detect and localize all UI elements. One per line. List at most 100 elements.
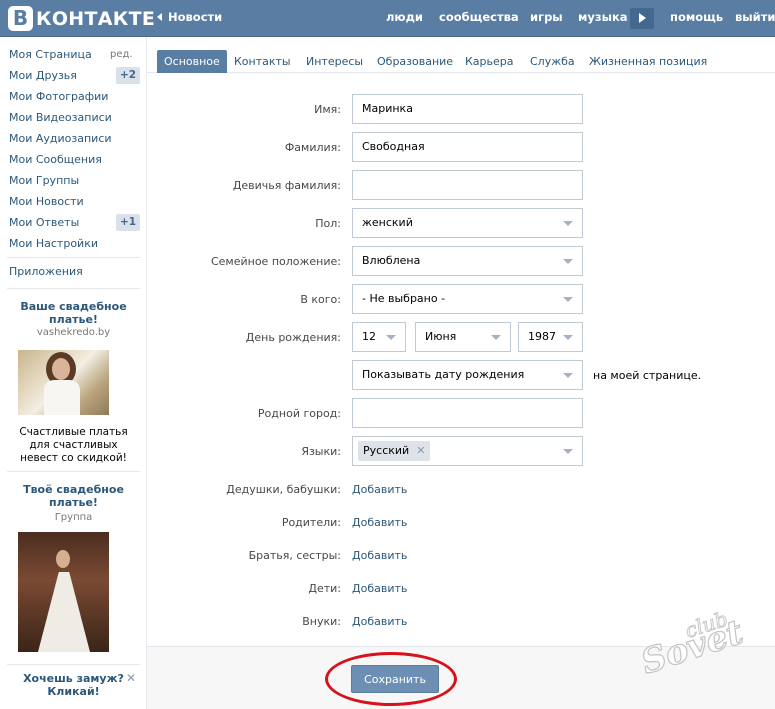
vk-logo[interactable]: В КОНТАКТЕ xyxy=(8,6,155,31)
birthday-note: на моей странице. xyxy=(593,369,702,382)
siblings-label: Братья, сестры: xyxy=(248,549,341,562)
first-name-field[interactable]: Маринка xyxy=(352,94,583,124)
dropdown-arrow-icon xyxy=(563,297,573,302)
left-sidebar: Моя Страница ред. Мои Друзья +2 Мои Фото… xyxy=(0,37,147,709)
tab-career[interactable]: Карьера xyxy=(458,50,521,73)
ad-image-face xyxy=(52,358,70,380)
ad-block-1[interactable]: Ваше свадебное платье! vashekredo.by xyxy=(0,300,147,340)
tab-education[interactable]: Образование xyxy=(370,50,460,73)
ad-image-dress xyxy=(44,380,80,415)
parents-label: Родители: xyxy=(281,516,341,529)
edit-link[interactable]: ред. xyxy=(110,49,133,60)
birth-month-select[interactable]: Июня xyxy=(415,322,511,352)
relationship-label: Семейное положение: xyxy=(210,255,341,268)
partner-select[interactable]: - Не выбрано - xyxy=(352,284,583,314)
nav-help[interactable]: помощь xyxy=(670,10,723,24)
friends-badge[interactable]: +2 xyxy=(116,67,140,84)
add-grandparents-link[interactable]: Добавить xyxy=(352,483,407,496)
top-header: В КОНТАКТЕ Новости люди сообщества игры … xyxy=(0,0,775,37)
answers-badge[interactable]: +1 xyxy=(116,214,140,231)
sidebar-item-photos[interactable]: Мои Фотографии xyxy=(9,90,108,103)
play-button[interactable] xyxy=(630,8,654,29)
tab-bar: Основное Контакты Интересы Образование К… xyxy=(147,37,775,73)
ad-title[interactable]: Твоё свадебное платье! xyxy=(0,483,147,509)
ad-text: Счастливые платья для счастливых невест … xyxy=(19,426,128,464)
nav-music[interactable]: музыка xyxy=(578,10,628,24)
gender-label: Пол: xyxy=(315,217,341,230)
sidebar-item-groups[interactable]: Мои Группы xyxy=(9,174,79,187)
dropdown-arrow-icon xyxy=(563,259,573,264)
sidebar-item-settings[interactable]: Мои Настройки xyxy=(9,237,98,250)
birth-day-value: 12 xyxy=(362,330,376,343)
language-chip-label: Русский xyxy=(363,444,410,457)
birth-month-value: Июня xyxy=(425,330,457,343)
logo-mark: В xyxy=(8,6,33,31)
back-arrow-icon xyxy=(157,13,162,21)
news-link[interactable]: Новости xyxy=(157,10,222,24)
languages-label: Языки: xyxy=(301,445,341,458)
tab-service[interactable]: Служба xyxy=(523,50,582,73)
sidebar-divider xyxy=(7,288,140,289)
birthday-visibility-select[interactable]: Показывать дату рождения xyxy=(352,360,583,390)
sidebar-item-audio[interactable]: Мои Аудиозаписи xyxy=(9,132,112,145)
watermark-logo: club Sovet xyxy=(640,608,749,678)
tab-contacts[interactable]: Контакты xyxy=(227,50,298,73)
ad-domain: vashekredo.by xyxy=(36,327,111,338)
sidebar-item-videos[interactable]: Мои Видеозаписи xyxy=(9,111,112,124)
play-icon xyxy=(639,13,646,23)
ad-image[interactable] xyxy=(18,350,109,415)
nav-people[interactable]: люди xyxy=(386,10,423,24)
birthday-visibility-value: Показывать дату рождения xyxy=(362,368,525,381)
dropdown-arrow-icon xyxy=(563,221,573,226)
maiden-name-field[interactable] xyxy=(352,170,583,200)
birth-year-select[interactable]: 1987 xyxy=(518,322,583,352)
nav-communities[interactable]: сообщества xyxy=(439,10,519,24)
tab-interests[interactable]: Интересы xyxy=(299,50,370,73)
sidebar-item-apps[interactable]: Приложения xyxy=(9,265,83,278)
hometown-label: Родной город: xyxy=(257,407,341,420)
add-grandchildren-link[interactable]: Добавить xyxy=(352,615,407,628)
nav-logout[interactable]: выйти xyxy=(735,10,775,24)
sidebar-item-news[interactable]: Мои Новости xyxy=(9,195,84,208)
gender-select[interactable]: женский xyxy=(352,208,583,238)
ad-block-3[interactable]: Хочешь замуж? Кликай! xyxy=(0,672,147,698)
close-icon[interactable]: ✕ xyxy=(126,671,136,685)
dropdown-arrow-icon xyxy=(491,335,501,340)
tab-basic[interactable]: Основное xyxy=(157,50,227,73)
nav-games[interactable]: игры xyxy=(530,10,563,24)
relationship-select[interactable]: Влюблена xyxy=(352,246,583,276)
partner-value: - Не выбрано - xyxy=(362,292,446,305)
grandchildren-label: Внуки: xyxy=(302,615,341,628)
ad-title[interactable]: Хочешь замуж? Кликай! xyxy=(0,672,147,698)
add-siblings-link[interactable]: Добавить xyxy=(352,549,407,562)
hometown-field[interactable] xyxy=(352,398,583,428)
ad-text-block[interactable]: Счастливые платья для счастливых невест … xyxy=(0,426,147,465)
relationship-value: Влюблена xyxy=(362,254,421,267)
tab-life-position[interactable]: Жизненная позиция xyxy=(582,50,714,73)
ad-image-dress xyxy=(38,572,90,652)
sidebar-item-friends[interactable]: Мои Друзья xyxy=(9,69,77,82)
ad-title[interactable]: Ваше свадебное платье! xyxy=(0,300,147,326)
ad-image[interactable] xyxy=(18,532,109,652)
news-label: Новости xyxy=(168,10,223,24)
birth-day-select[interactable]: 12 xyxy=(352,322,406,352)
highlight-circle xyxy=(325,652,457,706)
ad-group-label: Группа xyxy=(54,512,93,523)
add-children-link[interactable]: Добавить xyxy=(352,582,407,595)
sidebar-item-answers[interactable]: Мои Ответы xyxy=(9,216,79,229)
sidebar-item-messages[interactable]: Мои Сообщения xyxy=(9,153,102,166)
first-name-label: Имя: xyxy=(314,103,341,116)
partner-label: В кого: xyxy=(300,293,341,306)
logo-text: КОНТАКТЕ xyxy=(36,7,156,30)
remove-icon[interactable]: ✕ xyxy=(416,441,425,461)
sidebar-item-my-page[interactable]: Моя Страница xyxy=(9,48,92,61)
sidebar-divider xyxy=(7,257,140,258)
ad-block-2[interactable]: Твоё свадебное платье! Группа xyxy=(0,483,147,525)
add-parents-link[interactable]: Добавить xyxy=(352,516,407,529)
maiden-name-label: Девичья фамилия: xyxy=(232,179,341,192)
language-chip: Русский ✕ xyxy=(358,441,431,461)
grandparents-label: Дедушки, бабушки: xyxy=(226,483,341,496)
languages-select[interactable]: Русский ✕ xyxy=(352,436,583,466)
last-name-field[interactable]: Свободная xyxy=(352,132,583,162)
birthday-label: День рождения: xyxy=(245,331,341,344)
